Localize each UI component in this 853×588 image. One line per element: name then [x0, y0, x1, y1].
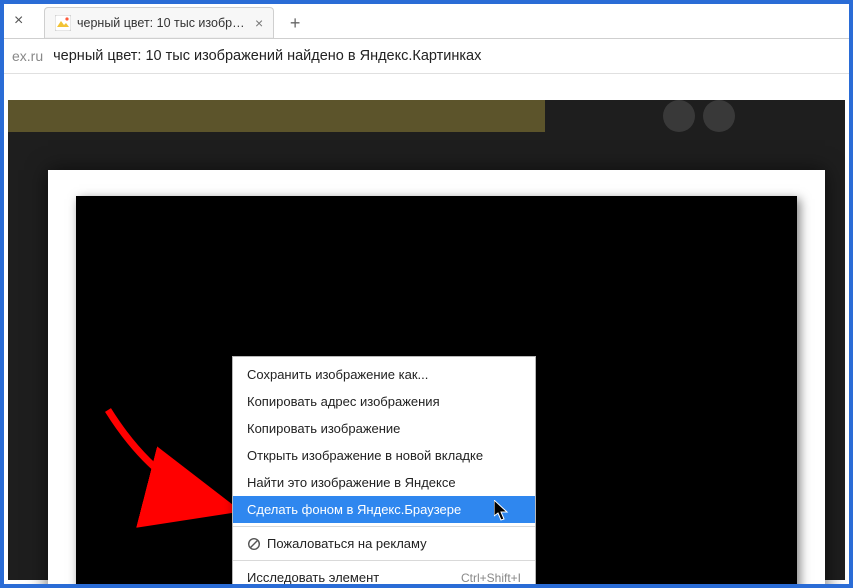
- context-menu-item[interactable]: Копировать адрес изображения: [233, 388, 535, 415]
- new-tab-button[interactable]: +: [280, 8, 310, 38]
- tab-title: черный цвет: 10 тыс изображений: [77, 16, 247, 30]
- address-page-title: черный цвет: 10 тыс изображений найдено …: [53, 48, 481, 64]
- prohibit-icon: [247, 537, 261, 551]
- context-menu-item-label: Копировать адрес изображения: [247, 394, 440, 409]
- tab-favicon-icon: [55, 15, 71, 31]
- context-menu-item[interactable]: Пожаловаться на рекламу: [233, 530, 535, 557]
- tab-strip: × черный цвет: 10 тыс изображений × +: [4, 4, 849, 39]
- context-menu-item-label: Пожаловаться на рекламу: [267, 536, 427, 551]
- address-bar[interactable]: ex.ru черный цвет: 10 тыс изображений на…: [4, 39, 849, 74]
- context-menu-item[interactable]: Открыть изображение в новой вкладке: [233, 442, 535, 469]
- app-frame: GuideComp.ru × черный цвет: 10 тыс изобр…: [0, 0, 853, 588]
- tab-close-icon[interactable]: ×: [255, 15, 263, 31]
- context-menu-separator: [233, 560, 535, 561]
- context-menu-item[interactable]: Исследовать элемент Ctrl+Shift+I: [233, 564, 535, 588]
- search-bar-hint: [8, 100, 545, 132]
- prev-tab-close-icon[interactable]: ×: [14, 12, 23, 30]
- context-menu-item-label: Открыть изображение в новой вкладке: [247, 448, 483, 463]
- context-menu-item-label: Копировать изображение: [247, 421, 400, 436]
- avatar-placeholder-icon: [703, 100, 735, 132]
- page-viewport: Сохранить изображение как... Копировать а…: [8, 100, 845, 580]
- context-menu-item[interactable]: Сохранить изображение как...: [233, 361, 535, 388]
- address-domain: ex.ru: [12, 48, 43, 64]
- browser-tab[interactable]: черный цвет: 10 тыс изображений ×: [44, 7, 274, 38]
- avatar-placeholder-icon: [663, 100, 695, 132]
- context-menu-item[interactable]: Сделать фоном в Яндекс.Браузере: [233, 496, 535, 523]
- context-menu-item-label: Исследовать элемент: [247, 570, 379, 585]
- context-menu: Сохранить изображение как... Копировать а…: [232, 356, 536, 588]
- context-menu-item[interactable]: Копировать изображение: [233, 415, 535, 442]
- context-menu-item-label: Сделать фоном в Яндекс.Браузере: [247, 502, 461, 517]
- context-menu-item-label: Найти это изображение в Яндексе: [247, 475, 456, 490]
- context-menu-separator: [233, 526, 535, 527]
- context-menu-item[interactable]: Найти это изображение в Яндексе: [233, 469, 535, 496]
- context-menu-item-label: Сохранить изображение как...: [247, 367, 428, 382]
- context-menu-shortcut: Ctrl+Shift+I: [461, 571, 521, 585]
- toolbar-gap: [4, 74, 849, 98]
